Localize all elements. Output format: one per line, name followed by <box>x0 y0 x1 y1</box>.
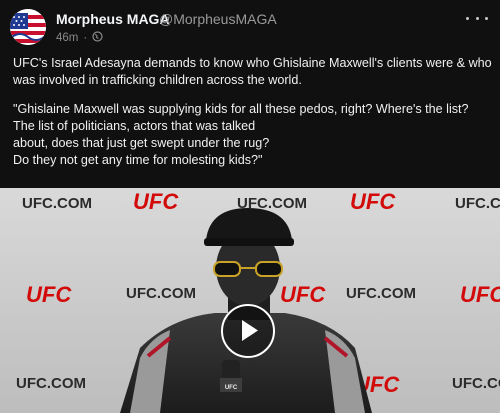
author-name[interactable]: Morpheus MAGA <box>56 11 170 27</box>
microphone-label: UFC <box>225 385 238 391</box>
video-player[interactable]: UFC.COM UFC UFC.COM UFC UFC.COM UFC UFC.… <box>0 188 500 413</box>
backdrop-ufccom-text: UFC.COM <box>16 375 86 392</box>
post-text-line-5: about, does that just get swept under th… <box>13 136 270 150</box>
backdrop-ufc-logo: UFC <box>460 282 500 307</box>
backdrop-ufccom-text: UFC.COM <box>22 195 92 212</box>
post-card: Morpheus MAGA @MorpheusMAGA 46m · UFC's … <box>0 0 500 413</box>
more-options-icon[interactable] <box>466 10 488 26</box>
post-timestamp[interactable]: 46m <box>56 32 78 44</box>
backdrop-ufc-logo: UFC <box>133 189 179 214</box>
post-text-line-1: UFC's Israel Adesayna demands to know wh… <box>13 56 492 70</box>
backdrop-ufc-logo: UFC <box>350 189 396 214</box>
post-meta: 46m · <box>56 31 103 45</box>
flag-avatar-image <box>10 9 46 45</box>
post-text-line-3: "Ghislaine Maxwell was supplying kids fo… <box>13 102 469 116</box>
video-frame: UFC.COM UFC UFC.COM UFC UFC.COM UFC UFC.… <box>0 188 500 413</box>
play-button[interactable] <box>221 304 275 358</box>
backdrop-ufccom-text: UFC.COM <box>452 375 500 392</box>
post-text-line-6: Do they not get any time for molesting k… <box>13 153 263 167</box>
backdrop-ufccom-text: UFC.COM <box>455 195 500 212</box>
author-avatar[interactable] <box>10 9 46 45</box>
post-text-line-4: The list of politicians, actors that was… <box>13 119 256 133</box>
author-handle[interactable]: @MorpheusMAGA <box>159 11 277 27</box>
backdrop-ufc-logo: UFC <box>26 282 72 307</box>
globe-icon <box>92 31 103 45</box>
backdrop-ufc-logo: UFC <box>280 282 326 307</box>
backdrop-ufccom-text: UFC.COM <box>126 285 196 302</box>
post-text-line-2: was involved in trafficking children acr… <box>13 73 302 87</box>
backdrop-ufccom-text: UFC.COM <box>346 285 416 302</box>
meta-separator: · <box>83 32 88 44</box>
play-icon <box>242 320 258 341</box>
